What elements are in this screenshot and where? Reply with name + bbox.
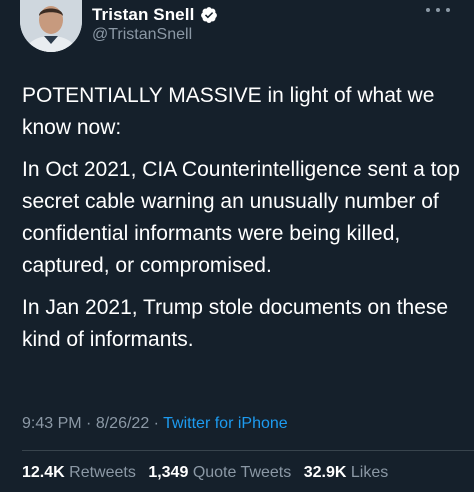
quote-tweets-count: 1,349 [148, 464, 189, 481]
tweet-paragraph: In Jan 2021, Trump stole documents on th… [22, 296, 449, 351]
divider [22, 450, 474, 451]
quote-tweets-stat[interactable]: 1,349 Quote Tweets [148, 464, 295, 481]
likes-count: 32.9K [303, 464, 347, 481]
quote-tweets-label: Quote Tweets [192, 464, 292, 481]
retweets-stat[interactable]: 12.4K Retweets [22, 464, 140, 481]
retweets-label: Retweets [69, 464, 136, 481]
verified-badge-icon [200, 6, 218, 24]
dot-icon [436, 8, 440, 12]
tweet-source-link[interactable]: Twitter for iPhone [163, 415, 288, 432]
tweet-paragraph: POTENTIALLY MASSIVE in light of what we … [22, 84, 435, 139]
author-display-name[interactable]: Tristan Snell [92, 5, 194, 25]
more-options-icon[interactable] [426, 2, 450, 18]
tweet-paragraph: In Oct 2021, CIA Counterintelligence sen… [22, 158, 460, 277]
meta-separator: · [86, 415, 92, 432]
tweet-text: POTENTIALLY MASSIVE in light of what we … [22, 80, 462, 366]
meta-separator: · [153, 415, 159, 432]
retweets-count: 12.4K [22, 464, 65, 481]
dot-icon [426, 8, 430, 12]
author-name-row[interactable]: Tristan Snell [92, 4, 218, 26]
tweet-date[interactable]: 8/26/22 [96, 415, 149, 432]
tweet-time[interactable]: 9:43 PM [22, 415, 82, 432]
author-handle[interactable]: @TristanSnell [92, 26, 192, 44]
tweet-stats: 12.4K Retweets 1,349 Quote Tweets 32.9K … [22, 464, 396, 482]
likes-label: Likes [350, 464, 389, 481]
tweet-meta: 9:43 PM · 8/26/22 · Twitter for iPhone [22, 415, 288, 433]
likes-stat[interactable]: 32.9K Likes [304, 464, 389, 481]
avatar-image [20, 0, 82, 52]
dot-icon [446, 8, 450, 12]
avatar[interactable] [20, 0, 82, 52]
